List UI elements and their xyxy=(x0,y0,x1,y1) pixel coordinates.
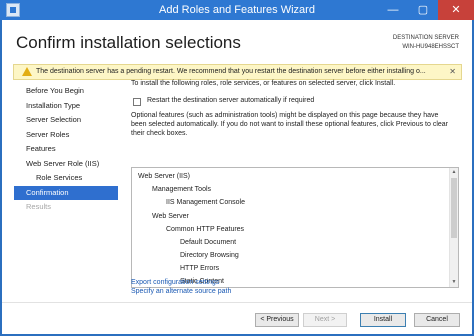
cancel-button[interactable]: Cancel xyxy=(414,313,460,327)
previous-button[interactable]: < Previous xyxy=(255,313,299,327)
next-button: Next > xyxy=(303,313,347,327)
list-item: Management Tools xyxy=(152,186,212,193)
pending-restart-warning: The destination server has a pending res… xyxy=(13,64,462,80)
warning-close-button[interactable]: ✕ xyxy=(449,65,456,79)
nav-item-results: Results xyxy=(26,202,52,211)
restart-checkbox-label[interactable]: Restart the destination server automatic… xyxy=(147,97,314,104)
wizard-nav: Before You Begin Installation Type Serve… xyxy=(14,84,118,215)
nav-item-server-selection[interactable]: Server Selection xyxy=(14,113,118,128)
list-item: Web Server xyxy=(152,213,189,220)
destination-server-name: WIN-HU948EHSSCT xyxy=(402,44,459,50)
list-scrollbar[interactable]: ▲ ▼ xyxy=(449,168,458,287)
scroll-down-arrow-icon[interactable]: ▼ xyxy=(450,278,458,287)
optional-features-note: Optional features (such as administratio… xyxy=(131,112,448,137)
destination-server-info: DESTINATION SERVER WIN-HU948EHSSCT xyxy=(393,34,459,52)
page-title: Confirm installation selections xyxy=(16,33,241,52)
wizard-body: Confirm installation selections DESTINAT… xyxy=(2,20,472,334)
scroll-thumb[interactable] xyxy=(451,178,457,238)
warning-icon xyxy=(22,67,32,76)
footer-divider xyxy=(2,302,472,303)
nav-item-features[interactable]: Features xyxy=(14,142,118,157)
list-item: HTTP Errors xyxy=(180,265,220,272)
list-item: IIS Management Console xyxy=(166,199,245,206)
install-instructions: To install the following roles, role ser… xyxy=(131,80,396,87)
nav-item-role-services[interactable]: Role Services xyxy=(14,171,118,186)
nav-item-before-you-begin[interactable]: Before You Begin xyxy=(14,84,118,99)
export-configuration-link[interactable]: Export configuration settings xyxy=(131,279,219,286)
maximize-button[interactable]: ▢ xyxy=(408,0,438,20)
list-item: Default Document xyxy=(180,239,237,246)
list-item: Common HTTP Features xyxy=(166,226,245,233)
nav-item-installation-type[interactable]: Installation Type xyxy=(14,99,118,114)
nav-item-web-server-role[interactable]: Web Server Role (IIS) xyxy=(14,157,118,172)
close-button[interactable]: ✕ xyxy=(438,0,474,20)
list-item: Directory Browsing xyxy=(180,252,239,259)
nav-item-confirmation[interactable]: Confirmation xyxy=(14,185,118,200)
nav-item-server-roles[interactable]: Server Roles xyxy=(14,128,118,143)
minimize-button[interactable]: — xyxy=(378,0,408,20)
title-bar: Add Roles and Features Wizard — ▢ ✕ xyxy=(0,0,474,20)
list-item: Web Server (IIS) xyxy=(138,173,190,180)
alternate-source-link[interactable]: Specify an alternate source path xyxy=(131,288,231,295)
restart-checkbox[interactable] xyxy=(133,98,141,106)
install-button[interactable]: Install xyxy=(360,313,406,327)
destination-label: DESTINATION SERVER xyxy=(392,35,459,41)
scroll-up-arrow-icon[interactable]: ▲ xyxy=(450,168,458,177)
selection-list[interactable]: Web Server (IIS) Management Tools IIS Ma… xyxy=(131,167,459,288)
warning-text: The destination server has a pending res… xyxy=(36,68,426,75)
